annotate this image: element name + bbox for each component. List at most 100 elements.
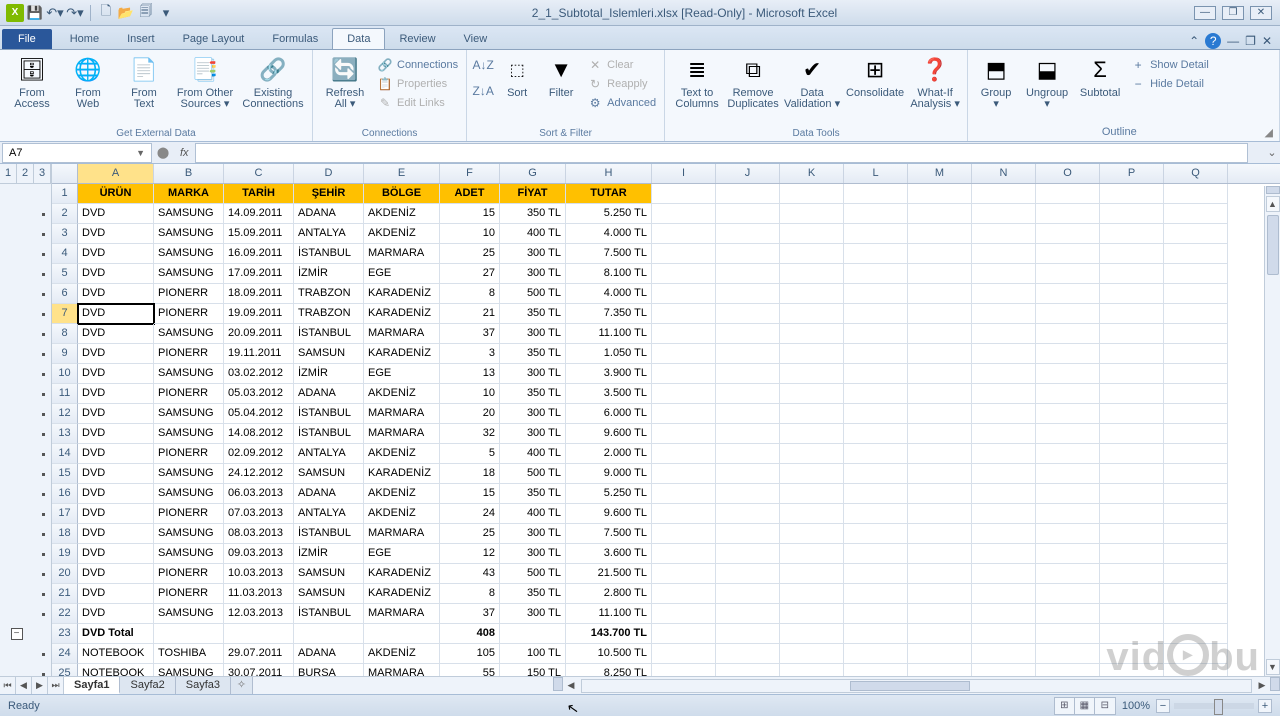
- cell-L22[interactable]: [844, 604, 908, 624]
- cell-E1[interactable]: BÖLGE: [364, 184, 440, 204]
- cell-P17[interactable]: [1100, 504, 1164, 524]
- cell-A9[interactable]: DVD: [78, 344, 154, 364]
- scroll-down-icon[interactable]: ▼: [1266, 659, 1280, 675]
- open-icon[interactable]: 📂: [117, 4, 135, 22]
- cell-D12[interactable]: İSTANBUL: [294, 404, 364, 424]
- cell-H18[interactable]: 7.500 TL: [566, 524, 652, 544]
- cell-F8[interactable]: 37: [440, 324, 500, 344]
- cell-F1[interactable]: ADET: [440, 184, 500, 204]
- cell-M15[interactable]: [908, 464, 972, 484]
- cell-E6[interactable]: KARADENİZ: [364, 284, 440, 304]
- cell-N9[interactable]: [972, 344, 1036, 364]
- cell-I15[interactable]: [652, 464, 716, 484]
- cell-J4[interactable]: [716, 244, 780, 264]
- cell-Q2[interactable]: [1164, 204, 1228, 224]
- row-header-18[interactable]: 18: [52, 524, 78, 544]
- split-handle-h[interactable]: [1270, 677, 1280, 691]
- cell-A15[interactable]: DVD: [78, 464, 154, 484]
- cell-N11[interactable]: [972, 384, 1036, 404]
- cell-N20[interactable]: [972, 564, 1036, 584]
- cell-I21[interactable]: [652, 584, 716, 604]
- cell-Q21[interactable]: [1164, 584, 1228, 604]
- cell-K9[interactable]: [780, 344, 844, 364]
- cell-P10[interactable]: [1100, 364, 1164, 384]
- cell-M2[interactable]: [908, 204, 972, 224]
- cell-O16[interactable]: [1036, 484, 1100, 504]
- cell-I16[interactable]: [652, 484, 716, 504]
- cell-A17[interactable]: DVD: [78, 504, 154, 524]
- cell-P16[interactable]: [1100, 484, 1164, 504]
- cell-B24[interactable]: TOSHIBA: [154, 644, 224, 664]
- cell-C17[interactable]: 07.03.2013: [224, 504, 294, 524]
- remove-duplicates-button[interactable]: ⧉RemoveDuplicates: [727, 52, 779, 126]
- cell-D23[interactable]: [294, 624, 364, 644]
- cell-M21[interactable]: [908, 584, 972, 604]
- row-header-8[interactable]: 8: [52, 324, 78, 344]
- col-header-Q[interactable]: Q: [1164, 164, 1228, 183]
- excel-icon[interactable]: X: [6, 4, 24, 22]
- cell-N4[interactable]: [972, 244, 1036, 264]
- cell-G25[interactable]: 150 TL: [500, 664, 566, 676]
- cell-B25[interactable]: SAMSUNG: [154, 664, 224, 676]
- cell-B14[interactable]: PIONERR: [154, 444, 224, 464]
- ungroup-button[interactable]: ⬓Ungroup▾: [1022, 52, 1072, 124]
- cell-L9[interactable]: [844, 344, 908, 364]
- cell-M23[interactable]: [908, 624, 972, 644]
- cell-F15[interactable]: 18: [440, 464, 500, 484]
- cell-C25[interactable]: 30.07.2011: [224, 664, 294, 676]
- cell-O6[interactable]: [1036, 284, 1100, 304]
- cell-G21[interactable]: 350 TL: [500, 584, 566, 604]
- cell-Q8[interactable]: [1164, 324, 1228, 344]
- cell-Q6[interactable]: [1164, 284, 1228, 304]
- split-handle-v[interactable]: [1266, 186, 1280, 194]
- tab-split-handle[interactable]: [553, 677, 563, 691]
- cell-L3[interactable]: [844, 224, 908, 244]
- cell-H21[interactable]: 2.800 TL: [566, 584, 652, 604]
- cell-J11[interactable]: [716, 384, 780, 404]
- cell-H17[interactable]: 9.600 TL: [566, 504, 652, 524]
- cell-B9[interactable]: PIONERR: [154, 344, 224, 364]
- cell-F12[interactable]: 20: [440, 404, 500, 424]
- cell-N5[interactable]: [972, 264, 1036, 284]
- cell-H5[interactable]: 8.100 TL: [566, 264, 652, 284]
- cell-C5[interactable]: 17.09.2011: [224, 264, 294, 284]
- cell-O4[interactable]: [1036, 244, 1100, 264]
- cell-B12[interactable]: SAMSUNG: [154, 404, 224, 424]
- col-header-C[interactable]: C: [224, 164, 294, 183]
- cell-D13[interactable]: İSTANBUL: [294, 424, 364, 444]
- tab-page-layout[interactable]: Page Layout: [169, 29, 259, 49]
- cell-L15[interactable]: [844, 464, 908, 484]
- row-header-1[interactable]: 1: [52, 184, 78, 204]
- cell-A8[interactable]: DVD: [78, 324, 154, 344]
- cell-M3[interactable]: [908, 224, 972, 244]
- cell-H10[interactable]: 3.900 TL: [566, 364, 652, 384]
- cell-D17[interactable]: ANTALYA: [294, 504, 364, 524]
- row-header-3[interactable]: 3: [52, 224, 78, 244]
- cell-H25[interactable]: 8.250 TL: [566, 664, 652, 676]
- cell-D1[interactable]: ŞEHİR: [294, 184, 364, 204]
- cell-N8[interactable]: [972, 324, 1036, 344]
- cell-D4[interactable]: İSTANBUL: [294, 244, 364, 264]
- cell-P5[interactable]: [1100, 264, 1164, 284]
- vertical-scrollbar[interactable]: ▲ ▼: [1264, 186, 1280, 676]
- row-header-23[interactable]: 23: [52, 624, 78, 644]
- cell-P2[interactable]: [1100, 204, 1164, 224]
- cell-H24[interactable]: 10.500 TL: [566, 644, 652, 664]
- window-close-icon[interactable]: ✕: [1262, 34, 1272, 48]
- row-header-20[interactable]: 20: [52, 564, 78, 584]
- cell-L13[interactable]: [844, 424, 908, 444]
- cell-C19[interactable]: 09.03.2013: [224, 544, 294, 564]
- cell-L5[interactable]: [844, 264, 908, 284]
- cell-H2[interactable]: 5.250 TL: [566, 204, 652, 224]
- cell-J17[interactable]: [716, 504, 780, 524]
- cell-J10[interactable]: [716, 364, 780, 384]
- cell-O20[interactable]: [1036, 564, 1100, 584]
- cell-A19[interactable]: DVD: [78, 544, 154, 564]
- cell-D11[interactable]: ADANA: [294, 384, 364, 404]
- save-icon[interactable]: 💾: [26, 4, 44, 22]
- cell-F23[interactable]: 408: [440, 624, 500, 644]
- connections-button[interactable]: 🔗Connections: [375, 56, 460, 74]
- cell-N24[interactable]: [972, 644, 1036, 664]
- cell-O25[interactable]: [1036, 664, 1100, 676]
- cell-F14[interactable]: 5: [440, 444, 500, 464]
